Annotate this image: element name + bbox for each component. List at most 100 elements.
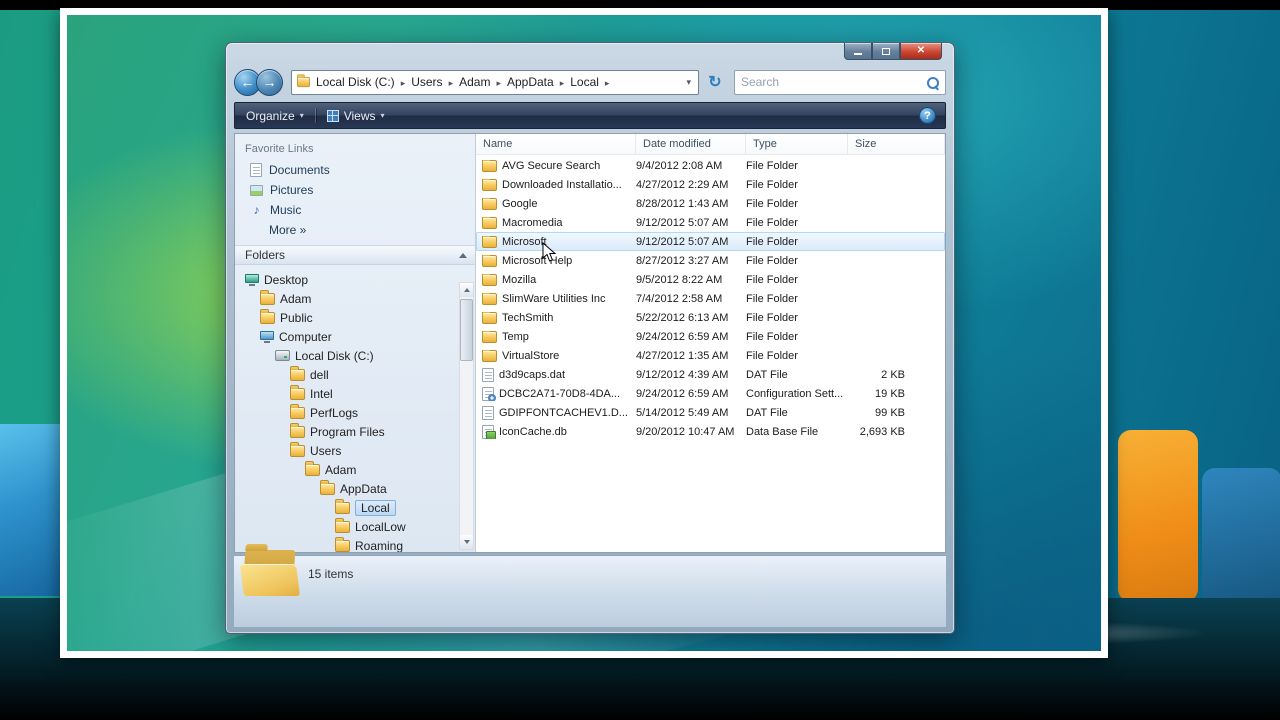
tree-item-dell[interactable]: dell <box>235 365 475 384</box>
breadcrumb-segment[interactable]: Local <box>565 73 604 91</box>
tree-item-adam[interactable]: Adam <box>235 460 475 479</box>
favorite-link-documents[interactable]: Documents <box>235 160 475 180</box>
tree-item-desktop[interactable]: Desktop <box>235 270 475 289</box>
file-row[interactable]: IconCache.db 9/20/2012 10:47 AM Data Base … <box>476 422 945 441</box>
folder-icon <box>482 330 497 343</box>
file-name: IconCache.db <box>499 425 567 438</box>
folder-tree: Desktop Adam Public Computer Local Disk (C:)… <box>235 265 475 552</box>
file-row[interactable]: Temp 9/24/2012 6:59 AM File Folder <box>476 327 945 346</box>
refresh-button[interactable]: ↻ <box>702 70 728 95</box>
file-row[interactable]: Downloaded Installatio... 4/27/2012 2:29 … <box>476 175 945 194</box>
scroll-down-button[interactable] <box>460 535 473 549</box>
organize-menu-button[interactable]: Organize ▾ <box>235 103 315 128</box>
file-date-cell: 5/22/2012 6:13 AM <box>636 311 729 324</box>
tree-item-computer[interactable]: Computer <box>235 327 475 346</box>
tree-item-label: Adam <box>280 291 312 306</box>
file-type-cell: File Folder <box>746 254 798 267</box>
refresh-icon: ↻ <box>708 74 722 91</box>
tree-item-local-disk-c-[interactable]: Local Disk (C:) <box>235 346 475 365</box>
desktop-frame: ✕ ← → Local Disk (C:) ▸ Users ▸ Adam ▸ AppData… <box>60 8 1108 658</box>
triangle-up-icon <box>463 288 470 292</box>
decor-orange-cube <box>1118 430 1198 602</box>
tree-item-appdata[interactable]: AppData <box>235 479 475 498</box>
file-date-cell: 9/20/2012 10:47 AM <box>636 425 735 438</box>
more-links-button[interactable]: More » <box>235 220 475 240</box>
file-row[interactable]: AVG Secure Search 9/4/2012 2:08 AM File Fo… <box>476 156 945 175</box>
maximize-button[interactable] <box>872 43 900 60</box>
file-row[interactable]: DCBC2A71-70D8-4DA... 9/24/2012 6:59 AM Con… <box>476 384 945 403</box>
tree-item-program-files[interactable]: Program Files <box>235 422 475 441</box>
file-type-cell: Data Base File <box>746 425 819 438</box>
breadcrumb-segment[interactable]: Adam <box>454 73 495 91</box>
breadcrumb-segment[interactable]: AppData <box>502 73 559 91</box>
minimize-button[interactable] <box>844 43 872 60</box>
breadcrumb-segment[interactable]: Users <box>406 73 447 91</box>
column-header-size[interactable]: Size <box>848 134 945 154</box>
address-bar[interactable]: Local Disk (C:) ▸ Users ▸ Adam ▸ AppData ▸ Local… <box>291 69 699 95</box>
file-row[interactable]: GDIPFONTCACHEV1.D... 5/14/2012 5:49 AM DAT… <box>476 403 945 422</box>
file-name: SlimWare Utilities Inc <box>502 292 606 305</box>
forward-button[interactable]: → <box>256 68 283 96</box>
favorite-link-music[interactable]: ♪ Music <box>235 200 475 220</box>
file-row[interactable]: Google 8/28/2012 1:43 AM File Folder <box>476 194 945 213</box>
views-menu-button[interactable]: Views ▾ <box>316 103 396 128</box>
tree-item-label: Computer <box>279 329 332 344</box>
file-type-cell: File Folder <box>746 349 798 362</box>
vista-wallpaper: ✕ ← → Local Disk (C:) ▸ Users ▸ Adam ▸ AppData… <box>67 15 1101 651</box>
column-header-name[interactable]: Name <box>476 134 636 154</box>
file-type-cell: Configuration Sett... <box>746 387 844 400</box>
file-size-cell: 99 KB <box>875 406 905 419</box>
tree-item-users[interactable]: Users <box>235 441 475 460</box>
tree-item-local[interactable]: Local <box>235 498 475 517</box>
file-name-cell: Microsoft <box>476 235 636 248</box>
file-row[interactable]: Microsoft Help 8/27/2012 3:27 AM File Fold… <box>476 251 945 270</box>
file-type-cell: File Folder <box>746 311 798 324</box>
tree-item-locallow[interactable]: LocalLow <box>235 517 475 536</box>
folder-icon <box>482 292 497 305</box>
file-date-cell: 9/24/2012 6:59 AM <box>636 330 729 343</box>
command-toolbar: Organize ▾ Views ▾ ? <box>234 102 946 129</box>
folders-band[interactable]: Folders <box>235 245 475 265</box>
scrollbar-thumb[interactable] <box>460 299 473 361</box>
explorer-window: ✕ ← → Local Disk (C:) ▸ Users ▸ Adam ▸ AppData… <box>225 42 955 634</box>
close-button[interactable]: ✕ <box>900 43 942 60</box>
file-name: VirtualStore <box>502 349 560 362</box>
file-type-cell: DAT File <box>746 368 788 381</box>
minimize-icon <box>854 53 862 55</box>
file-name-cell: AVG Secure Search <box>476 159 636 172</box>
tree-item-label: Program Files <box>310 424 385 439</box>
favorite-link-pictures[interactable]: Pictures <box>235 180 475 200</box>
tree-item-perflogs[interactable]: PerfLogs <box>235 403 475 422</box>
item-count: 15 items <box>308 567 354 581</box>
file-row[interactable]: VirtualStore 4/27/2012 1:35 AM File Folder <box>476 346 945 365</box>
file-date-cell: 5/14/2012 5:49 AM <box>636 406 729 419</box>
details-pane: 15 items <box>234 550 946 627</box>
file-icon <box>482 367 494 382</box>
file-type-cell: File Folder <box>746 159 798 172</box>
file-row[interactable]: Microsoft 9/12/2012 5:07 AM File Folder <box>476 232 945 251</box>
column-header-date-modified[interactable]: Date modified <box>636 134 746 154</box>
file-name: Temp <box>502 330 529 343</box>
file-name: Downloaded Installatio... <box>502 178 622 191</box>
file-row[interactable]: SlimWare Utilities Inc 7/4/2012 2:58 AM Fi… <box>476 289 945 308</box>
documents-icon <box>250 163 262 177</box>
search-input[interactable] <box>741 75 926 89</box>
file-row[interactable]: d3d9caps.dat 9/12/2012 4:39 AM DAT File 2 K… <box>476 365 945 384</box>
tree-scrollbar[interactable] <box>459 282 474 550</box>
address-history-caret-icon[interactable]: ▾ <box>683 77 694 88</box>
tree-item-intel[interactable]: Intel <box>235 384 475 403</box>
column-headers: Name Date modified Type Size <box>476 134 945 155</box>
file-row[interactable]: Mozilla 9/5/2012 8:22 AM File Folder <box>476 270 945 289</box>
breadcrumb-segment[interactable]: Local Disk (C:) <box>311 73 400 91</box>
folder-icon <box>482 273 497 286</box>
scroll-up-button[interactable] <box>460 283 473 297</box>
breadcrumb-separator-icon: ▸ <box>604 78 610 88</box>
help-button[interactable]: ? <box>919 107 936 124</box>
file-row[interactable]: Macromedia 9/12/2012 5:07 AM File Folder <box>476 213 945 232</box>
tree-item-public[interactable]: Public <box>235 308 475 327</box>
pictures-icon <box>250 184 263 196</box>
file-row[interactable]: TechSmith 5/22/2012 6:13 AM File Folder <box>476 308 945 327</box>
decor-blue-cube-right <box>1202 468 1280 618</box>
column-header-type[interactable]: Type <box>746 134 848 154</box>
tree-item-adam[interactable]: Adam <box>235 289 475 308</box>
